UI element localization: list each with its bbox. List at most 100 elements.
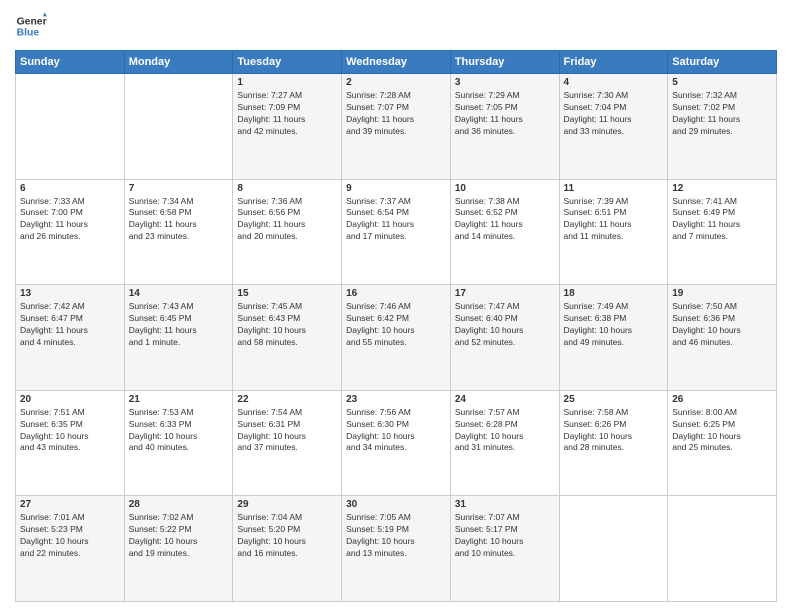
- calendar-cell: 5Sunrise: 7:32 AM Sunset: 7:02 PM Daylig…: [668, 74, 777, 180]
- calendar-week-row: 27Sunrise: 7:01 AM Sunset: 5:23 PM Dayli…: [16, 496, 777, 602]
- day-info: Sunrise: 7:43 AM Sunset: 6:45 PM Dayligh…: [129, 301, 229, 349]
- day-number: 20: [20, 394, 120, 405]
- day-number: 28: [129, 499, 229, 510]
- calendar-cell: 2 Sunrise: 7:28 AM Sunset: 7:07 PM Daylig…: [342, 74, 451, 180]
- day-number: 24: [455, 394, 555, 405]
- calendar-week-row: 6 Sunrise: 7:33 AM Sunset: 7:00 PM Daylig…: [16, 179, 777, 285]
- calendar-table: SundayMondayTuesdayWednesdayThursdayFrid…: [15, 50, 777, 602]
- day-number: 25: [564, 394, 664, 405]
- day-info: Sunrise: 7:30 AM Sunset: 7:04 PM Dayligh…: [564, 90, 664, 138]
- day-info: Sunrise: 7:51 AM Sunset: 6:35 PM Dayligh…: [20, 407, 120, 455]
- calendar-cell: 15 Sunrise: 7:45 AM Sunset: 6:43 PM Dayli…: [233, 285, 342, 391]
- calendar-cell: 27Sunrise: 7:01 AM Sunset: 5:23 PM Dayli…: [16, 496, 125, 602]
- day-info: Sunrise: 7:56 AM Sunset: 6:30 PM Dayligh…: [346, 407, 446, 455]
- calendar-cell: 8 Sunrise: 7:36 AM Sunset: 6:56 PM Daylig…: [233, 179, 342, 285]
- day-header-friday: Friday: [559, 51, 668, 74]
- day-info: Sunrise: 7:41 AM Sunset: 6:49 PM Dayligh…: [672, 196, 772, 244]
- day-number: 18: [564, 288, 664, 299]
- day-number: 6: [20, 183, 120, 194]
- calendar-cell: 16 Sunrise: 7:46 AM Sunset: 6:42 PM Dayli…: [342, 285, 451, 391]
- calendar-cell: 3Sunrise: 7:29 AM Sunset: 7:05 PM Daylig…: [450, 74, 559, 180]
- day-number: 16: [346, 288, 446, 299]
- calendar-cell: 7 Sunrise: 7:34 AM Sunset: 6:58 PM Daylig…: [124, 179, 233, 285]
- calendar-cell: 1Sunrise: 7:27 AM Sunset: 7:09 PM Daylig…: [233, 74, 342, 180]
- day-info: Sunrise: 7:54 AM Sunset: 6:31 PM Dayligh…: [237, 407, 337, 455]
- day-number: 29: [237, 499, 337, 510]
- calendar-cell: 31Sunrise: 7:07 AM Sunset: 5:17 PM Dayli…: [450, 496, 559, 602]
- day-info: Sunrise: 7:53 AM Sunset: 6:33 PM Dayligh…: [129, 407, 229, 455]
- day-info: Sunrise: 7:05 AM Sunset: 5:19 PM Dayligh…: [346, 512, 446, 560]
- day-number: 17: [455, 288, 555, 299]
- day-number: 26: [672, 394, 772, 405]
- calendar-cell: 6 Sunrise: 7:33 AM Sunset: 7:00 PM Daylig…: [16, 179, 125, 285]
- day-header-monday: Monday: [124, 51, 233, 74]
- day-header-saturday: Saturday: [668, 51, 777, 74]
- logo-icon: General Blue: [15, 10, 47, 42]
- day-number: 13: [20, 288, 120, 299]
- calendar-cell: 23Sunrise: 7:56 AM Sunset: 6:30 PM Dayli…: [342, 390, 451, 496]
- calendar-cell: 30 Sunrise: 7:05 AM Sunset: 5:19 PM Dayli…: [342, 496, 451, 602]
- day-info: Sunrise: 7:46 AM Sunset: 6:42 PM Dayligh…: [346, 301, 446, 349]
- day-header-wednesday: Wednesday: [342, 51, 451, 74]
- calendar-cell: 25Sunrise: 7:58 AM Sunset: 6:26 PM Dayli…: [559, 390, 668, 496]
- calendar-cell: [668, 496, 777, 602]
- page: General Blue SundayMondayTuesdayWednesda…: [0, 0, 792, 612]
- day-header-sunday: Sunday: [16, 51, 125, 74]
- day-info: Sunrise: 7:29 AM Sunset: 7:05 PM Dayligh…: [455, 90, 555, 138]
- calendar-cell: 12 Sunrise: 7:41 AM Sunset: 6:49 PM Dayli…: [668, 179, 777, 285]
- calendar-cell: [16, 74, 125, 180]
- calendar-cell: 17Sunrise: 7:47 AM Sunset: 6:40 PM Dayli…: [450, 285, 559, 391]
- day-number: 7: [129, 183, 229, 194]
- calendar-cell: 11Sunrise: 7:39 AM Sunset: 6:51 PM Dayli…: [559, 179, 668, 285]
- calendar-cell: 19Sunrise: 7:50 AM Sunset: 6:36 PM Dayli…: [668, 285, 777, 391]
- calendar-cell: 21 Sunrise: 7:53 AM Sunset: 6:33 PM Dayli…: [124, 390, 233, 496]
- day-info: Sunrise: 7:02 AM Sunset: 5:22 PM Dayligh…: [129, 512, 229, 560]
- day-number: 10: [455, 183, 555, 194]
- day-info: Sunrise: 7:36 AM Sunset: 6:56 PM Dayligh…: [237, 196, 337, 244]
- day-number: 4: [564, 77, 664, 88]
- day-number: 30: [346, 499, 446, 510]
- day-info: Sunrise: 8:00 AM Sunset: 6:25 PM Dayligh…: [672, 407, 772, 455]
- day-number: 21: [129, 394, 229, 405]
- calendar-cell: 22 Sunrise: 7:54 AM Sunset: 6:31 PM Dayli…: [233, 390, 342, 496]
- day-info: Sunrise: 7:33 AM Sunset: 7:00 PM Dayligh…: [20, 196, 120, 244]
- calendar-cell: 4 Sunrise: 7:30 AM Sunset: 7:04 PM Daylig…: [559, 74, 668, 180]
- day-number: 15: [237, 288, 337, 299]
- calendar-week-row: 1Sunrise: 7:27 AM Sunset: 7:09 PM Daylig…: [16, 74, 777, 180]
- day-info: Sunrise: 7:28 AM Sunset: 7:07 PM Dayligh…: [346, 90, 446, 138]
- logo: General Blue: [15, 10, 47, 42]
- day-info: Sunrise: 7:50 AM Sunset: 6:36 PM Dayligh…: [672, 301, 772, 349]
- calendar-cell: [124, 74, 233, 180]
- day-number: 12: [672, 183, 772, 194]
- calendar-cell: 26 Sunrise: 8:00 AM Sunset: 6:25 PM Dayli…: [668, 390, 777, 496]
- day-info: Sunrise: 7:04 AM Sunset: 5:20 PM Dayligh…: [237, 512, 337, 560]
- header: General Blue: [15, 10, 777, 42]
- calendar-cell: 24 Sunrise: 7:57 AM Sunset: 6:28 PM Dayli…: [450, 390, 559, 496]
- calendar-cell: 9Sunrise: 7:37 AM Sunset: 6:54 PM Daylig…: [342, 179, 451, 285]
- calendar-cell: 29 Sunrise: 7:04 AM Sunset: 5:20 PM Dayli…: [233, 496, 342, 602]
- day-number: 2: [346, 77, 446, 88]
- day-info: Sunrise: 7:38 AM Sunset: 6:52 PM Dayligh…: [455, 196, 555, 244]
- calendar-cell: 28 Sunrise: 7:02 AM Sunset: 5:22 PM Dayli…: [124, 496, 233, 602]
- calendar-cell: [559, 496, 668, 602]
- day-header-tuesday: Tuesday: [233, 51, 342, 74]
- day-info: Sunrise: 7:01 AM Sunset: 5:23 PM Dayligh…: [20, 512, 120, 560]
- day-info: Sunrise: 7:42 AM Sunset: 6:47 PM Dayligh…: [20, 301, 120, 349]
- day-number: 11: [564, 183, 664, 194]
- day-number: 22: [237, 394, 337, 405]
- day-header-thursday: Thursday: [450, 51, 559, 74]
- calendar-cell: 10 Sunrise: 7:38 AM Sunset: 6:52 PM Dayli…: [450, 179, 559, 285]
- day-number: 31: [455, 499, 555, 510]
- calendar-cell: 18 Sunrise: 7:49 AM Sunset: 6:38 PM Dayli…: [559, 285, 668, 391]
- day-info: Sunrise: 7:37 AM Sunset: 6:54 PM Dayligh…: [346, 196, 446, 244]
- day-info: Sunrise: 7:57 AM Sunset: 6:28 PM Dayligh…: [455, 407, 555, 455]
- day-info: Sunrise: 7:49 AM Sunset: 6:38 PM Dayligh…: [564, 301, 664, 349]
- day-number: 8: [237, 183, 337, 194]
- svg-text:General: General: [17, 16, 47, 27]
- calendar-week-row: 20 Sunrise: 7:51 AM Sunset: 6:35 PM Dayli…: [16, 390, 777, 496]
- calendar-header-row: SundayMondayTuesdayWednesdayThursdayFrid…: [16, 51, 777, 74]
- day-info: Sunrise: 7:45 AM Sunset: 6:43 PM Dayligh…: [237, 301, 337, 349]
- day-info: Sunrise: 7:34 AM Sunset: 6:58 PM Dayligh…: [129, 196, 229, 244]
- calendar-cell: 14Sunrise: 7:43 AM Sunset: 6:45 PM Dayli…: [124, 285, 233, 391]
- svg-text:Blue: Blue: [17, 28, 40, 39]
